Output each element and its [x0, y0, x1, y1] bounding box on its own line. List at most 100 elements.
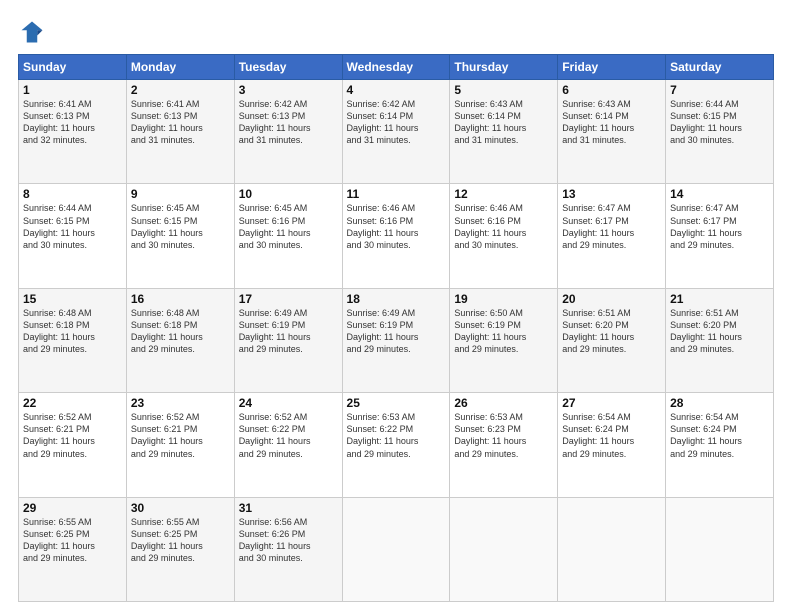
calendar-cell: [450, 497, 558, 601]
day-number: 27: [562, 396, 661, 410]
day-info: Sunrise: 6:44 AM Sunset: 6:15 PM Dayligh…: [670, 98, 769, 147]
calendar-cell: [342, 497, 450, 601]
day-number: 18: [347, 292, 446, 306]
day-info: Sunrise: 6:55 AM Sunset: 6:25 PM Dayligh…: [23, 516, 122, 565]
calendar-cell: 4Sunrise: 6:42 AM Sunset: 6:14 PM Daylig…: [342, 80, 450, 184]
weekday-header-sunday: Sunday: [19, 55, 127, 80]
day-number: 6: [562, 83, 661, 97]
day-number: 17: [239, 292, 338, 306]
day-number: 8: [23, 187, 122, 201]
day-number: 11: [347, 187, 446, 201]
calendar-cell: 5Sunrise: 6:43 AM Sunset: 6:14 PM Daylig…: [450, 80, 558, 184]
day-number: 16: [131, 292, 230, 306]
calendar-cell: 23Sunrise: 6:52 AM Sunset: 6:21 PM Dayli…: [126, 393, 234, 497]
calendar-cell: 18Sunrise: 6:49 AM Sunset: 6:19 PM Dayli…: [342, 288, 450, 392]
calendar-cell: 2Sunrise: 6:41 AM Sunset: 6:13 PM Daylig…: [126, 80, 234, 184]
day-number: 28: [670, 396, 769, 410]
weekday-header-monday: Monday: [126, 55, 234, 80]
day-number: 25: [347, 396, 446, 410]
calendar-cell: 22Sunrise: 6:52 AM Sunset: 6:21 PM Dayli…: [19, 393, 127, 497]
weekday-header-friday: Friday: [558, 55, 666, 80]
day-info: Sunrise: 6:41 AM Sunset: 6:13 PM Dayligh…: [131, 98, 230, 147]
day-info: Sunrise: 6:55 AM Sunset: 6:25 PM Dayligh…: [131, 516, 230, 565]
calendar-cell: 6Sunrise: 6:43 AM Sunset: 6:14 PM Daylig…: [558, 80, 666, 184]
day-number: 24: [239, 396, 338, 410]
calendar-cell: 12Sunrise: 6:46 AM Sunset: 6:16 PM Dayli…: [450, 184, 558, 288]
calendar-cell: 15Sunrise: 6:48 AM Sunset: 6:18 PM Dayli…: [19, 288, 127, 392]
calendar-cell: 8Sunrise: 6:44 AM Sunset: 6:15 PM Daylig…: [19, 184, 127, 288]
day-info: Sunrise: 6:52 AM Sunset: 6:22 PM Dayligh…: [239, 411, 338, 460]
calendar-cell: 13Sunrise: 6:47 AM Sunset: 6:17 PM Dayli…: [558, 184, 666, 288]
day-info: Sunrise: 6:49 AM Sunset: 6:19 PM Dayligh…: [347, 307, 446, 356]
calendar-table: SundayMondayTuesdayWednesdayThursdayFrid…: [18, 54, 774, 602]
logo: [18, 18, 50, 46]
day-info: Sunrise: 6:46 AM Sunset: 6:16 PM Dayligh…: [347, 202, 446, 251]
page: SundayMondayTuesdayWednesdayThursdayFrid…: [0, 0, 792, 612]
calendar-cell: 28Sunrise: 6:54 AM Sunset: 6:24 PM Dayli…: [666, 393, 774, 497]
day-number: 7: [670, 83, 769, 97]
calendar-week-2: 8Sunrise: 6:44 AM Sunset: 6:15 PM Daylig…: [19, 184, 774, 288]
day-info: Sunrise: 6:49 AM Sunset: 6:19 PM Dayligh…: [239, 307, 338, 356]
day-info: Sunrise: 6:51 AM Sunset: 6:20 PM Dayligh…: [670, 307, 769, 356]
calendar-cell: 17Sunrise: 6:49 AM Sunset: 6:19 PM Dayli…: [234, 288, 342, 392]
calendar-cell: 14Sunrise: 6:47 AM Sunset: 6:17 PM Dayli…: [666, 184, 774, 288]
day-number: 1: [23, 83, 122, 97]
day-info: Sunrise: 6:48 AM Sunset: 6:18 PM Dayligh…: [23, 307, 122, 356]
calendar-cell: 10Sunrise: 6:45 AM Sunset: 6:16 PM Dayli…: [234, 184, 342, 288]
logo-icon: [18, 18, 46, 46]
day-number: 29: [23, 501, 122, 515]
day-info: Sunrise: 6:43 AM Sunset: 6:14 PM Dayligh…: [562, 98, 661, 147]
day-number: 12: [454, 187, 553, 201]
weekday-header-saturday: Saturday: [666, 55, 774, 80]
day-info: Sunrise: 6:54 AM Sunset: 6:24 PM Dayligh…: [670, 411, 769, 460]
day-info: Sunrise: 6:53 AM Sunset: 6:22 PM Dayligh…: [347, 411, 446, 460]
calendar-cell: 25Sunrise: 6:53 AM Sunset: 6:22 PM Dayli…: [342, 393, 450, 497]
calendar-cell: 20Sunrise: 6:51 AM Sunset: 6:20 PM Dayli…: [558, 288, 666, 392]
day-info: Sunrise: 6:56 AM Sunset: 6:26 PM Dayligh…: [239, 516, 338, 565]
weekday-header-wednesday: Wednesday: [342, 55, 450, 80]
day-number: 9: [131, 187, 230, 201]
calendar-cell: 31Sunrise: 6:56 AM Sunset: 6:26 PM Dayli…: [234, 497, 342, 601]
day-number: 13: [562, 187, 661, 201]
day-number: 14: [670, 187, 769, 201]
day-number: 21: [670, 292, 769, 306]
calendar-cell: [666, 497, 774, 601]
day-info: Sunrise: 6:45 AM Sunset: 6:16 PM Dayligh…: [239, 202, 338, 251]
calendar-cell: 3Sunrise: 6:42 AM Sunset: 6:13 PM Daylig…: [234, 80, 342, 184]
day-info: Sunrise: 6:46 AM Sunset: 6:16 PM Dayligh…: [454, 202, 553, 251]
day-info: Sunrise: 6:45 AM Sunset: 6:15 PM Dayligh…: [131, 202, 230, 251]
day-info: Sunrise: 6:42 AM Sunset: 6:13 PM Dayligh…: [239, 98, 338, 147]
day-info: Sunrise: 6:42 AM Sunset: 6:14 PM Dayligh…: [347, 98, 446, 147]
day-number: 10: [239, 187, 338, 201]
day-number: 22: [23, 396, 122, 410]
day-info: Sunrise: 6:43 AM Sunset: 6:14 PM Dayligh…: [454, 98, 553, 147]
calendar-cell: 21Sunrise: 6:51 AM Sunset: 6:20 PM Dayli…: [666, 288, 774, 392]
day-info: Sunrise: 6:54 AM Sunset: 6:24 PM Dayligh…: [562, 411, 661, 460]
calendar-cell: [558, 497, 666, 601]
day-number: 15: [23, 292, 122, 306]
day-number: 26: [454, 396, 553, 410]
calendar-cell: 16Sunrise: 6:48 AM Sunset: 6:18 PM Dayli…: [126, 288, 234, 392]
day-number: 19: [454, 292, 553, 306]
calendar-week-4: 22Sunrise: 6:52 AM Sunset: 6:21 PM Dayli…: [19, 393, 774, 497]
day-info: Sunrise: 6:41 AM Sunset: 6:13 PM Dayligh…: [23, 98, 122, 147]
weekday-header-tuesday: Tuesday: [234, 55, 342, 80]
calendar-cell: 27Sunrise: 6:54 AM Sunset: 6:24 PM Dayli…: [558, 393, 666, 497]
day-info: Sunrise: 6:52 AM Sunset: 6:21 PM Dayligh…: [23, 411, 122, 460]
day-info: Sunrise: 6:51 AM Sunset: 6:20 PM Dayligh…: [562, 307, 661, 356]
calendar-cell: 29Sunrise: 6:55 AM Sunset: 6:25 PM Dayli…: [19, 497, 127, 601]
day-info: Sunrise: 6:47 AM Sunset: 6:17 PM Dayligh…: [670, 202, 769, 251]
day-info: Sunrise: 6:48 AM Sunset: 6:18 PM Dayligh…: [131, 307, 230, 356]
calendar-cell: 19Sunrise: 6:50 AM Sunset: 6:19 PM Dayli…: [450, 288, 558, 392]
calendar-cell: 9Sunrise: 6:45 AM Sunset: 6:15 PM Daylig…: [126, 184, 234, 288]
day-number: 23: [131, 396, 230, 410]
day-info: Sunrise: 6:44 AM Sunset: 6:15 PM Dayligh…: [23, 202, 122, 251]
calendar-cell: 1Sunrise: 6:41 AM Sunset: 6:13 PM Daylig…: [19, 80, 127, 184]
weekday-header-thursday: Thursday: [450, 55, 558, 80]
calendar-week-1: 1Sunrise: 6:41 AM Sunset: 6:13 PM Daylig…: [19, 80, 774, 184]
day-number: 31: [239, 501, 338, 515]
calendar-week-5: 29Sunrise: 6:55 AM Sunset: 6:25 PM Dayli…: [19, 497, 774, 601]
day-info: Sunrise: 6:53 AM Sunset: 6:23 PM Dayligh…: [454, 411, 553, 460]
day-info: Sunrise: 6:50 AM Sunset: 6:19 PM Dayligh…: [454, 307, 553, 356]
calendar-cell: 7Sunrise: 6:44 AM Sunset: 6:15 PM Daylig…: [666, 80, 774, 184]
